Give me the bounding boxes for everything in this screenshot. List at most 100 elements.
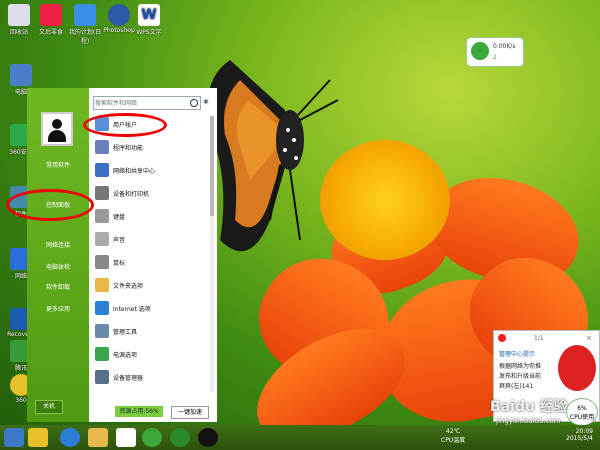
- menu-item-label: 电源选项: [113, 352, 138, 359]
- desktop-icon-label: 网络: [14, 273, 27, 280]
- search-icon[interactable]: [190, 99, 198, 107]
- computer-icon: [10, 64, 32, 86]
- wifi-app-icon[interactable]: [170, 428, 190, 447]
- speedup-button[interactable]: 一键加速: [171, 406, 209, 419]
- taskbar: 42℃ CPU温度 20:09 2015/5/4: [0, 425, 600, 450]
- internet-options-icon: [95, 301, 109, 315]
- desktop-icon-label: WPS文字: [136, 29, 162, 36]
- photoshop-icon: [108, 4, 130, 26]
- mascot-icon: [558, 345, 596, 391]
- start-menu: 常用软件 控制面板 网络连接 电脑体检 软件卸载 更多应用 关机 ✱ 用户帐户程…: [27, 88, 217, 422]
- clock-time: 20:09: [575, 428, 593, 435]
- sound-icon: [95, 232, 109, 246]
- menu-pc-checkup[interactable]: 电脑体检: [27, 262, 89, 271]
- menu-more-apps[interactable]: 更多应用: [27, 304, 89, 313]
- cpu-percent: 6%: [577, 405, 587, 412]
- shutdown-button[interactable]: 关机: [35, 400, 63, 414]
- qq-icon[interactable]: [198, 428, 218, 447]
- highlight-oval-control-panel: [6, 189, 94, 221]
- desktop-icon-label: 电脑: [14, 89, 27, 96]
- memory-usage-button[interactable]: 资源占用:56%: [115, 406, 163, 417]
- user-avatar[interactable]: [41, 112, 73, 146]
- popup-page-indicator: 1/1: [534, 335, 544, 342]
- wifi-icon: [471, 42, 489, 60]
- clock[interactable]: 20:09 2015/5/4: [566, 428, 593, 442]
- power-options-icon: [95, 347, 109, 361]
- network-center-icon: [95, 163, 109, 177]
- desktop-icon-app[interactable]: 又后零食: [32, 4, 70, 36]
- cpu-label: CPU使用: [569, 414, 595, 421]
- menu-item-admin-tools[interactable]: 管理工具: [95, 323, 207, 339]
- printer-icon: [95, 186, 109, 200]
- watermark-logo: Baidu 经验: [490, 399, 568, 415]
- menu-item-label: 设备和打印机: [113, 191, 150, 198]
- calendar-app-icon: [74, 4, 96, 26]
- folder-options-icon: [95, 278, 109, 292]
- start-menu-right-pane: ✱ 用户帐户程序和功能网络和共享中心设备和打印机键盘声音鼠标文件夹选项Inter…: [89, 88, 217, 422]
- ie-browser-icon[interactable]: [60, 428, 80, 447]
- menu-item-label: 设备管理器: [113, 375, 144, 382]
- pin-icon[interactable]: ✱: [203, 98, 211, 106]
- menu-network-connection[interactable]: 网络连接: [27, 240, 89, 249]
- desktop-icon-label: 回收站: [9, 29, 28, 36]
- menu-item-mouse[interactable]: 鼠标: [95, 254, 207, 270]
- desktop-icon-calendar[interactable]: 我的计划(日程): [66, 4, 104, 45]
- menu-item-label: 程序和功能: [113, 145, 144, 152]
- cpu-temp-indicator: 42℃ CPU温度: [441, 428, 465, 444]
- start-button-icon[interactable]: [4, 428, 24, 447]
- search-box: [93, 96, 201, 110]
- popup-title: 管理中心提示: [499, 351, 536, 358]
- menu-item-label: 文件夹选项: [113, 283, 144, 290]
- menu-item-label: 网络和共享中心: [113, 168, 156, 175]
- menu-item-network-center[interactable]: 网络和共享中心: [95, 162, 207, 178]
- desktop-icon-label: 我的计划(日程): [68, 29, 102, 45]
- network-speed-widget[interactable]: 0.00K/s 2: [466, 37, 524, 67]
- menu-item-power-options[interactable]: 电源选项: [95, 346, 207, 362]
- windows-flag-icon[interactable]: [28, 428, 48, 447]
- cpu-temp-label: CPU温度: [441, 437, 466, 444]
- file-explorer-icon[interactable]: [88, 428, 108, 447]
- keyboard-icon: [95, 209, 109, 223]
- popup-line: 根据网络为你推: [499, 363, 542, 370]
- menu-item-programs[interactable]: 程序和功能: [95, 139, 207, 155]
- menu-item-label: 鼠标: [113, 260, 126, 267]
- scrollbar-thumb[interactable]: [210, 116, 214, 216]
- desktop-icon-label: 腾讯: [14, 365, 27, 372]
- mouse-icon: [95, 255, 109, 269]
- search-input[interactable]: [94, 97, 188, 109]
- menu-uninstall[interactable]: 软件卸载: [27, 282, 89, 291]
- alert-icon: [498, 334, 506, 342]
- device-manager-icon: [95, 370, 109, 384]
- recycle-bin-icon: [8, 4, 30, 26]
- flower-center: [320, 140, 450, 260]
- menu-item-folder-options[interactable]: 文件夹选项: [95, 277, 207, 293]
- menu-common-software[interactable]: 常用软件: [27, 160, 89, 169]
- watermark-url: jingyan.baidu.com: [496, 417, 561, 425]
- menu-item-label: Internet 选项: [113, 306, 151, 313]
- start-menu-left-pane: 常用软件 控制面板 网络连接 电脑体检 软件卸载 更多应用 关机: [27, 88, 89, 422]
- cpu-temp-value: 42℃: [445, 428, 461, 435]
- 360-browser-icon[interactable]: [142, 428, 162, 447]
- desktop-icon-wps[interactable]: W WPS文字: [130, 4, 168, 36]
- net-speed-text: 0.00K/s: [493, 43, 516, 50]
- home-icon[interactable]: [116, 428, 136, 447]
- desktop-icon-label: 360: [15, 397, 27, 404]
- programs-icon: [95, 140, 109, 154]
- scrollbar[interactable]: [210, 116, 214, 392]
- close-icon[interactable]: ×: [586, 334, 592, 342]
- clock-date: 2015/5/4: [566, 435, 593, 442]
- menu-item-keyboard[interactable]: 键盘: [95, 208, 207, 224]
- menu-item-internet-options[interactable]: Internet 选项: [95, 300, 207, 316]
- cpu-usage-widget[interactable]: 6% CPU使用: [566, 398, 598, 426]
- menu-item-label: 声音: [113, 237, 126, 244]
- menu-item-sound[interactable]: 声音: [95, 231, 207, 247]
- popup-line: 发布和升级当前: [499, 373, 542, 380]
- wps-writer-icon: W: [138, 4, 160, 26]
- app-icon: [40, 4, 62, 26]
- menu-item-label: 键盘: [113, 214, 126, 221]
- menu-item-printer[interactable]: 设备和打印机: [95, 185, 207, 201]
- popup-line: 爽爽(左)141: [499, 383, 534, 390]
- menu-item-label: 管理工具: [113, 329, 138, 336]
- highlight-oval-user-accounts: [83, 113, 167, 137]
- menu-item-device-manager[interactable]: 设备管理器: [95, 369, 207, 385]
